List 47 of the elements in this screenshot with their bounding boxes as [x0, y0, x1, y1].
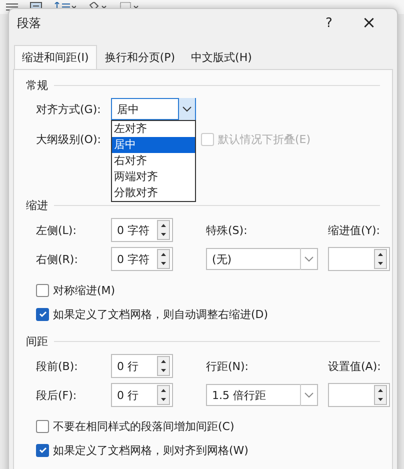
spinner-arrows-icon[interactable]: [157, 385, 170, 405]
field-label: 特殊(S):: [206, 222, 248, 238]
spin-box[interactable]: 0 行: [111, 383, 173, 407]
section-heading: 间距: [26, 334, 48, 348]
field-label: 行距(N):: [206, 358, 250, 374]
check-icon: [38, 309, 48, 319]
check-icon: [38, 445, 48, 455]
dropdown-option[interactable]: 左对齐: [112, 121, 195, 137]
field-label: 段前(B):: [36, 358, 79, 374]
dropdown-option[interactable]: 分散对齐: [112, 185, 195, 201]
section-heading: 缩进: [26, 198, 48, 212]
checkbox[interactable]: [36, 444, 49, 456]
close-button[interactable]: ×: [349, 13, 389, 33]
spin-box[interactable]: 0 字符: [111, 247, 173, 271]
help-button[interactable]: ?: [309, 16, 349, 30]
field-label: 设置值(A):: [328, 358, 382, 374]
line-spacing-dropdown[interactable]: 1.5 倍行距: [206, 384, 318, 406]
dropdown-option[interactable]: 右对齐: [112, 153, 195, 169]
chevron-icon[interactable]: [178, 98, 195, 120]
spin-box[interactable]: 0 行: [111, 354, 173, 378]
spinner-arrows-icon[interactable]: [157, 356, 170, 376]
spinner-arrows-icon[interactable]: [374, 385, 387, 405]
checkbox-label: 默认情况下折叠(E): [218, 132, 311, 146]
spinner-arrows-icon[interactable]: [157, 249, 170, 269]
checkbox-label: 如果定义了文档网格，则对齐到网格(W): [53, 442, 248, 458]
field-label: 段后(F):: [36, 388, 78, 402]
field-label: 对齐方式(G):: [36, 102, 102, 116]
checkbox[interactable]: [36, 284, 49, 296]
spinner-arrows-icon[interactable]: [374, 249, 387, 269]
checkbox[interactable]: [36, 420, 49, 432]
field-label: 左侧(L):: [36, 222, 78, 238]
spin-box[interactable]: 0 字符: [111, 218, 173, 242]
field-label: 缩进值(Y):: [328, 222, 382, 238]
special-dropdown[interactable]: (无): [206, 248, 318, 270]
checkbox-label: 不要在相同样式的段落间增加间距(C): [53, 418, 234, 434]
field-label: 右侧(R):: [36, 252, 79, 266]
field-label: 大纲级别(O):: [36, 132, 102, 146]
tab[interactable]: 缩进和间距(I): [14, 45, 97, 69]
checkbox[interactable]: [36, 308, 49, 320]
window-title: 段落: [17, 14, 42, 32]
alignment-dropdown[interactable]: 居中: [111, 98, 196, 120]
checkbox-label: 对称缩进(M): [53, 282, 116, 298]
dropdown-option[interactable]: 居中: [112, 137, 195, 153]
dropdown-option[interactable]: 两端对齐: [112, 169, 195, 185]
checkbox-label: 如果定义了文档网格，则自动调整右缩进(D): [53, 306, 268, 322]
section-heading: 常规: [26, 78, 48, 92]
spinner-arrows-icon[interactable]: [157, 220, 170, 240]
